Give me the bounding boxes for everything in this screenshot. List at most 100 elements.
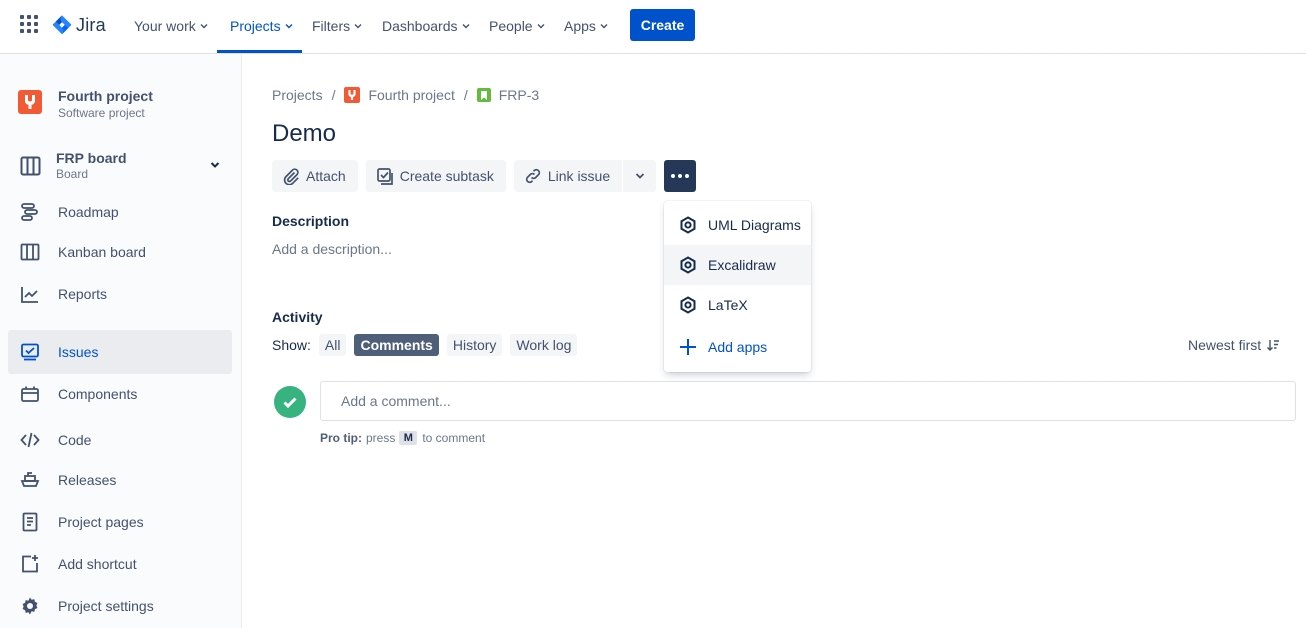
issue-title[interactable]: Demo (272, 120, 336, 148)
menu-item-label: UML Diagrams (708, 217, 801, 233)
nav-projects[interactable]: Projects (217, 0, 302, 53)
menu-item-add-apps[interactable]: Add apps (664, 325, 811, 369)
chevron-down-icon (462, 24, 469, 29)
nav-label: Dashboards (382, 18, 458, 34)
create-subtask-button[interactable]: Create subtask (365, 160, 506, 192)
project-avatar (18, 90, 42, 114)
sidebar-item-label: Components (58, 386, 138, 402)
sidebar-item-issues[interactable]: Issues (8, 330, 232, 374)
breadcrumb: Projects / Fourth project / FRP-3 (272, 86, 539, 104)
pro-tip-rest: to comment (422, 431, 486, 445)
description-label: Description (272, 213, 350, 229)
pro-tip-label: Pro tip: (320, 431, 362, 445)
sort-order-label: Newest first (1188, 337, 1262, 353)
nav-label: Your work (134, 18, 196, 34)
nav-label: Filters (312, 18, 351, 34)
sidebar-item-label: Project settings (58, 598, 154, 614)
description-field[interactable]: Add a description... (272, 241, 392, 257)
nav-label: Projects (230, 18, 281, 34)
nav-apps[interactable]: Apps (564, 0, 608, 52)
board-type: Board (56, 167, 89, 181)
chevron-down-icon (600, 24, 608, 29)
app-hexagon-icon (680, 296, 696, 314)
more-actions-button[interactable] (664, 160, 697, 192)
breadcrumb-projects[interactable]: Projects (272, 87, 323, 103)
kanban-icon (20, 243, 40, 261)
sidebar-item-label: Project pages (58, 514, 144, 530)
chevron-down-icon (537, 24, 545, 29)
top-navigation: Jira Your work Projects Filters Dashboar… (0, 0, 1306, 54)
breadcrumb-issue[interactable]: FRP-3 (476, 87, 540, 103)
code-icon (20, 432, 40, 448)
activity-label: Activity (272, 309, 323, 325)
project-header[interactable]: Fourth project Software project (18, 88, 153, 122)
link-issue-dropdown-button[interactable] (623, 160, 657, 192)
sidebar-item-kanban-board[interactable]: Kanban board (8, 232, 232, 272)
gear-icon (22, 597, 38, 615)
app-hexagon-icon (680, 216, 696, 234)
sidebar-item-label: Reports (58, 286, 108, 302)
menu-item-excalidraw[interactable]: Excalidraw (664, 245, 811, 285)
project-sidebar: Fourth project Software project FRP boar… (0, 54, 242, 628)
link-issue-label: Link issue (547, 168, 611, 184)
sidebar-item-label: Releases (58, 472, 117, 488)
checkmark-icon (283, 397, 297, 409)
add-apps-label: Add apps (708, 339, 768, 355)
chevron-down-icon (635, 173, 644, 179)
project-avatar-icon (25, 95, 35, 109)
breadcrumb-separator: / (331, 87, 336, 103)
board-selector[interactable]: FRP board Board (20, 150, 230, 186)
add-shortcut-icon (22, 555, 38, 573)
nav-filters[interactable]: Filters (312, 0, 362, 52)
roadmap-icon (21, 203, 38, 221)
jira-logo[interactable]: Jira (52, 13, 106, 37)
menu-item-uml-diagrams[interactable]: UML Diagrams (664, 205, 811, 245)
sidebar-item-releases[interactable]: Releases (8, 460, 232, 500)
sidebar-item-label: Issues (58, 344, 99, 360)
project-pages-icon (22, 512, 38, 532)
create-button[interactable]: Create (630, 9, 695, 41)
breadcrumb-project-label: Fourth project (368, 87, 455, 103)
plus-icon (680, 339, 696, 355)
sidebar-item-project-settings[interactable]: Project settings (8, 586, 232, 626)
paperclip-icon (283, 168, 299, 185)
sidebar-item-label: Add shortcut (58, 556, 137, 572)
app-switcher-icon[interactable] (20, 15, 40, 35)
sidebar-item-add-shortcut[interactable]: Add shortcut (8, 544, 232, 584)
create-subtask-label: Create subtask (399, 168, 494, 184)
sidebar-item-components[interactable]: Components (8, 374, 232, 414)
issue-toolbar: Attach Create subtask Link issue (272, 160, 697, 192)
filter-comments-button[interactable]: Comments (354, 334, 439, 356)
nav-your-work[interactable]: Your work (134, 0, 208, 52)
filter-work-log-button[interactable]: Work log (510, 334, 578, 356)
sidebar-item-code[interactable]: Code (8, 420, 232, 460)
more-actions-menu: UML Diagrams Excalidraw LaTeX Add apps (664, 201, 811, 372)
user-avatar[interactable] (274, 386, 306, 418)
sort-descending-icon (1267, 340, 1280, 351)
comment-input[interactable]: Add a comment... (320, 381, 1296, 421)
board-name: FRP board (56, 150, 127, 166)
breadcrumb-project[interactable]: Fourth project (344, 87, 455, 103)
attach-button[interactable]: Attach (272, 160, 358, 192)
nav-people[interactable]: People (489, 0, 545, 52)
filter-all-button[interactable]: All (318, 334, 347, 356)
dot (671, 174, 676, 178)
sidebar-item-label: Kanban board (58, 244, 146, 260)
sidebar-item-roadmap[interactable]: Roadmap (8, 192, 232, 232)
breadcrumb-separator: / (463, 87, 468, 103)
nav-dashboards[interactable]: Dashboards (382, 0, 470, 52)
jira-logo-icon (52, 15, 72, 35)
logo-text: Jira (76, 14, 106, 35)
link-issue-button[interactable]: Link issue (513, 160, 623, 192)
dot (678, 174, 683, 178)
sort-order-button[interactable]: Newest first (1188, 337, 1280, 353)
filter-history-button[interactable]: History (446, 334, 503, 356)
menu-item-latex[interactable]: LaTeX (664, 285, 811, 325)
breadcrumb-issue-key: FRP-3 (498, 87, 540, 103)
components-icon (21, 386, 39, 402)
sidebar-item-project-pages[interactable]: Project pages (8, 502, 232, 542)
sidebar-item-reports[interactable]: Reports (8, 274, 232, 314)
show-label: Show: (272, 337, 311, 353)
project-type: Software project (58, 106, 145, 120)
app-hexagon-icon (680, 256, 696, 274)
